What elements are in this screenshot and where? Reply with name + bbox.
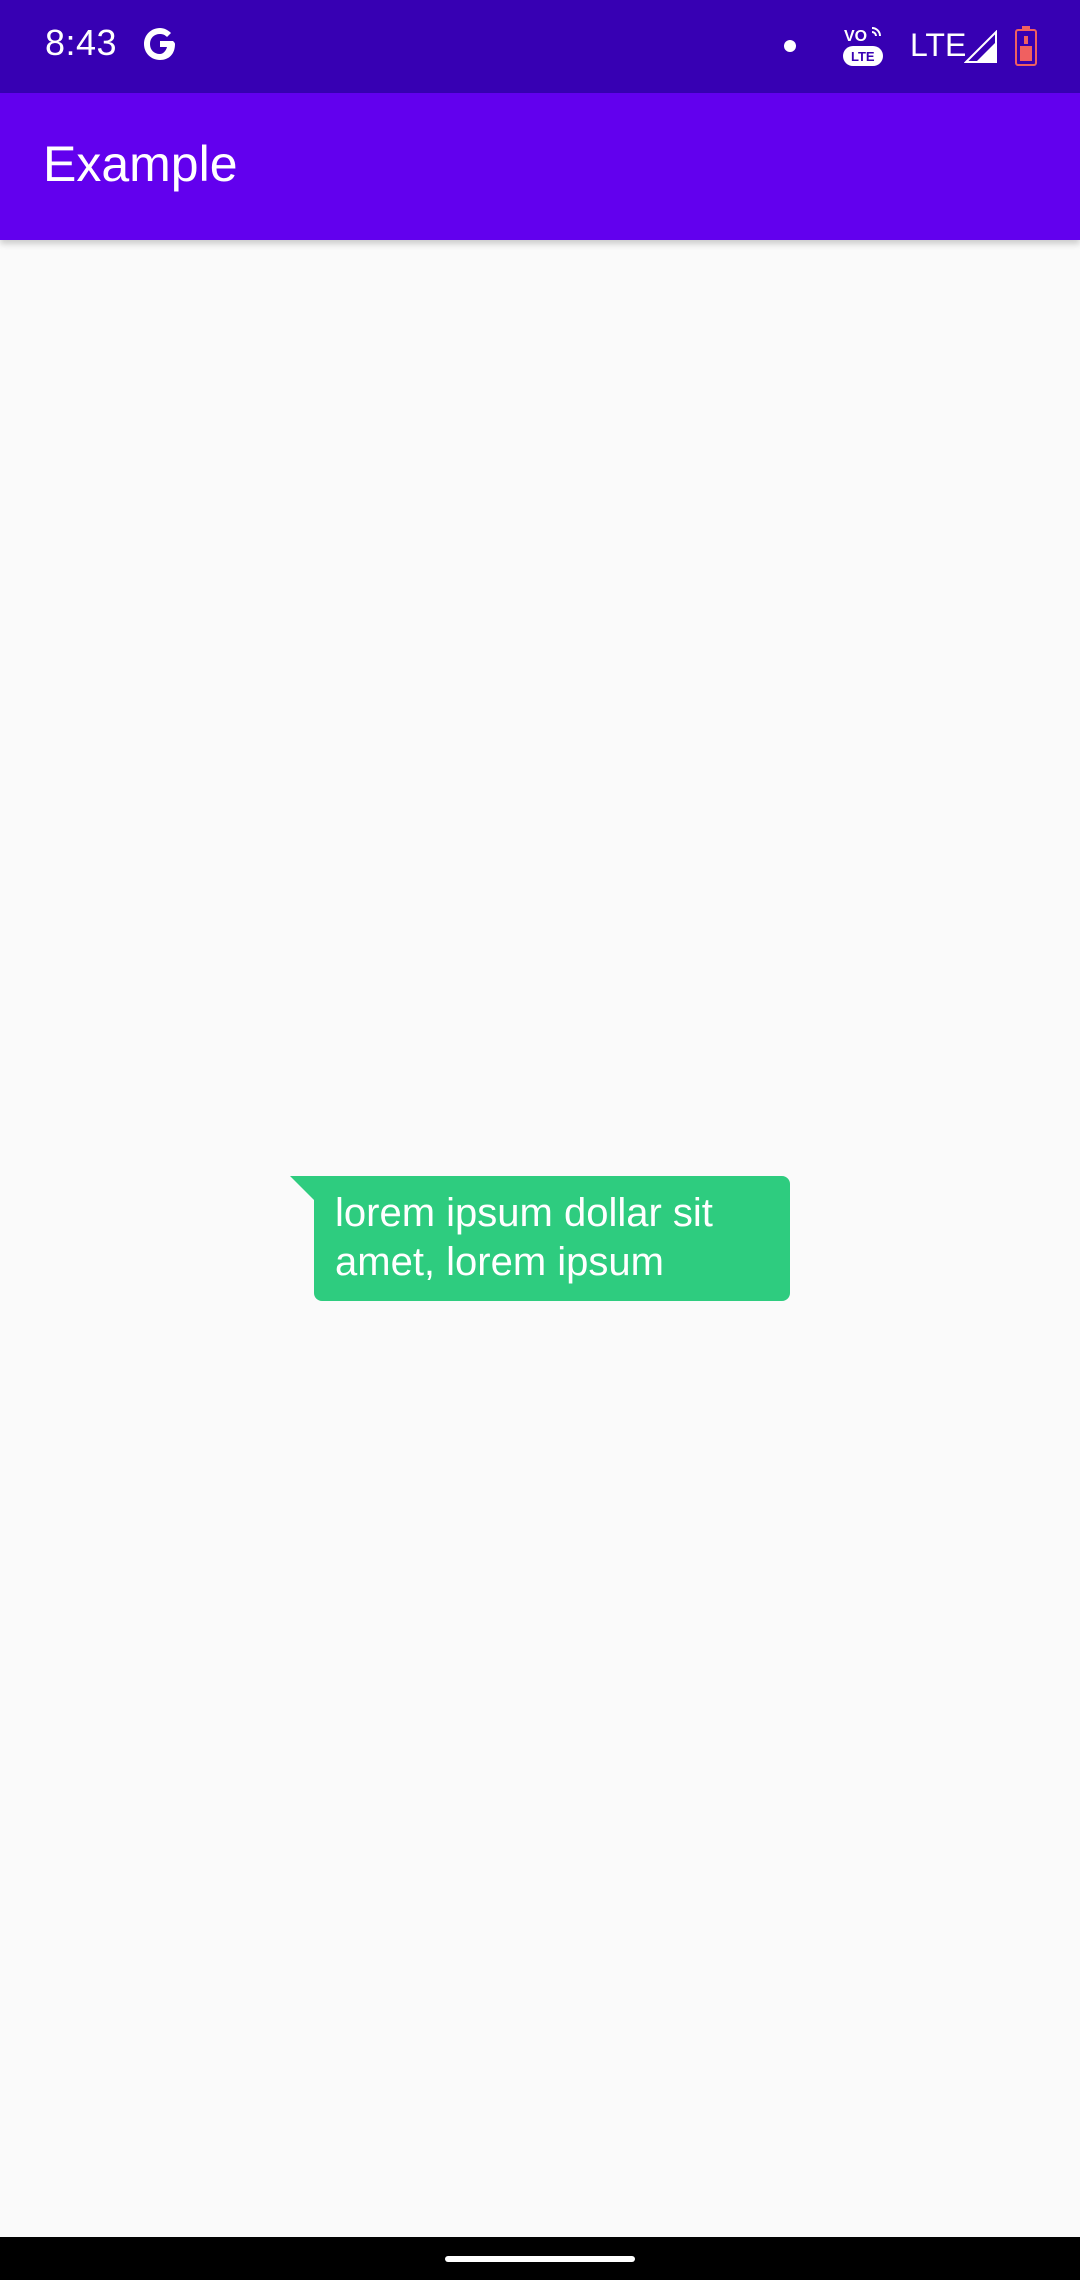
google-g-icon bbox=[140, 24, 180, 64]
message-text: lorem ipsum dollar sit amet, lorem ipsum bbox=[314, 1176, 790, 1301]
network-type-label: LTE bbox=[910, 27, 967, 63]
app-title: Example bbox=[43, 136, 238, 192]
navigation-bar bbox=[0, 2237, 1080, 2280]
home-gesture-handle[interactable] bbox=[445, 2256, 635, 2262]
notification-dot-icon bbox=[784, 40, 796, 52]
volte-icon: VO LTE bbox=[842, 24, 884, 68]
screen: 8:43 VO LTE LTE Example lorem ipsum doll… bbox=[0, 0, 1080, 2280]
signal-icon bbox=[963, 29, 998, 64]
status-bar: 8:43 VO LTE LTE bbox=[0, 0, 1080, 93]
battery-icon bbox=[1015, 26, 1037, 66]
status-time: 8:43 bbox=[45, 22, 118, 63]
bubble-tail bbox=[290, 1176, 314, 1200]
app-bar: Example bbox=[0, 93, 1080, 240]
svg-text:LTE: LTE bbox=[851, 49, 875, 64]
svg-text:VO: VO bbox=[844, 28, 867, 45]
